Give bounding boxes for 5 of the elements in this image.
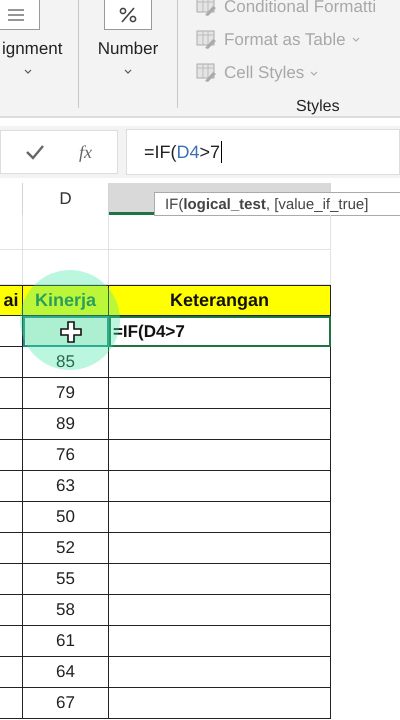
- table-header: ai: [0, 285, 23, 316]
- function-tooltip: IF(logical_test, [value_if_true]: [154, 192, 400, 216]
- table-header: Kinerja: [23, 285, 109, 316]
- table-header: Keterangan: [109, 285, 331, 316]
- group-label: Styles: [296, 98, 341, 116]
